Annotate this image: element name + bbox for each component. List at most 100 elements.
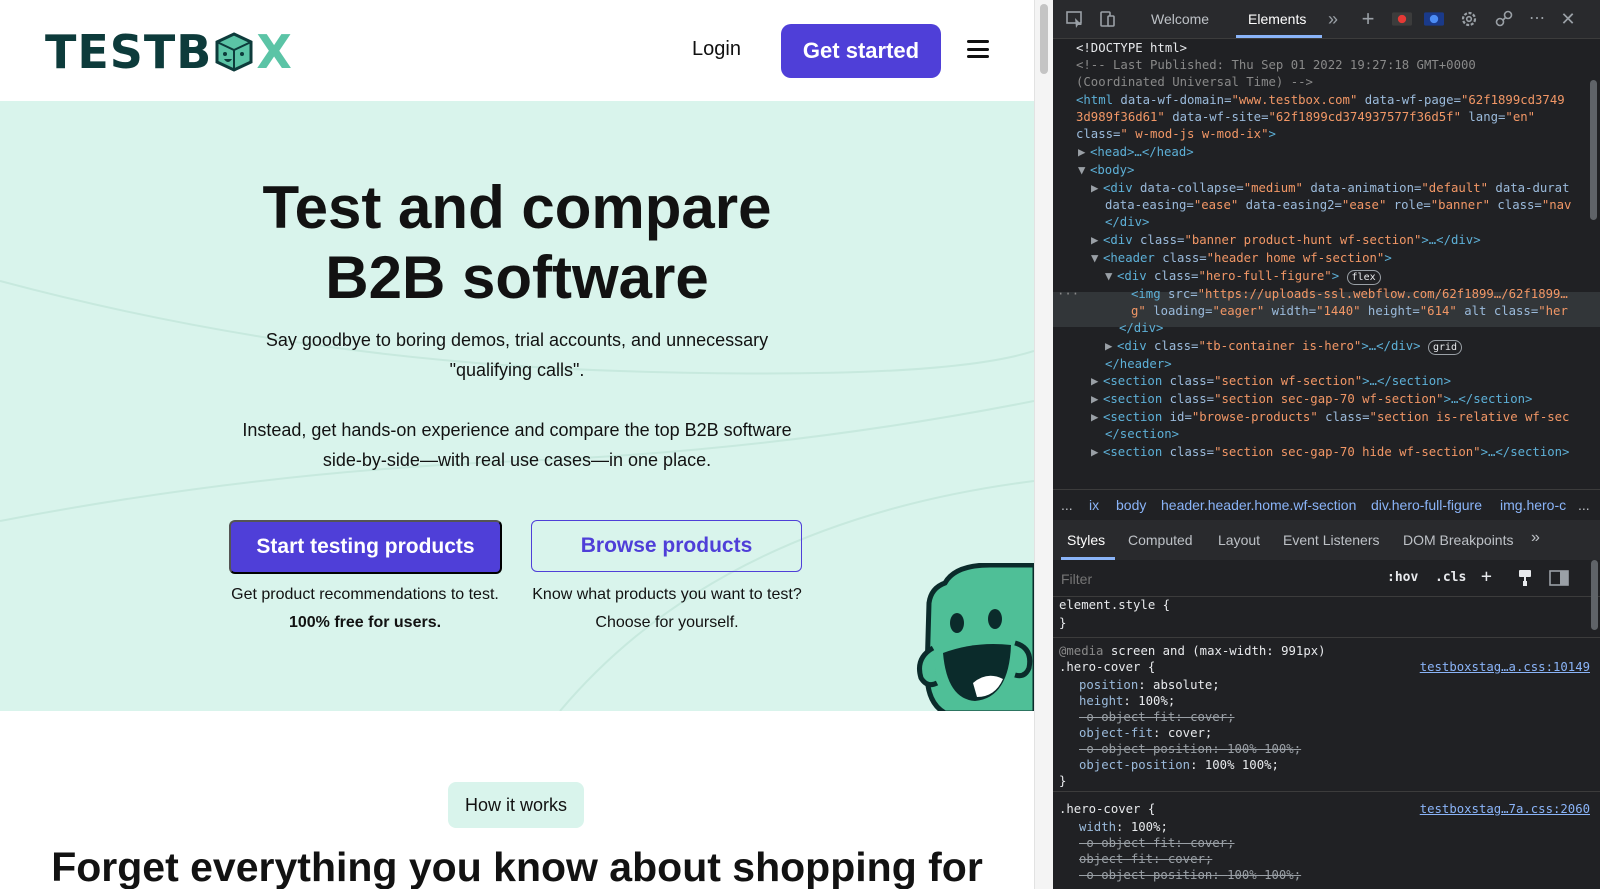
breadcrumb-ellipsis-start[interactable]: ... bbox=[1061, 497, 1073, 513]
dom-html-open[interactable]: <html data-wf-domain="www.testbox.com" d… bbox=[1076, 92, 1565, 110]
dom-header-close: </header> bbox=[1105, 357, 1172, 371]
css-property[interactable]: width: 100%; bbox=[1079, 819, 1168, 835]
grid-badge[interactable]: grid bbox=[1427, 340, 1463, 355]
start-testing-products-button[interactable]: Start testing products bbox=[229, 520, 502, 574]
hero-title-line1: Test and compare bbox=[262, 174, 772, 241]
website-scrollbar-thumb[interactable] bbox=[1040, 4, 1048, 74]
tab-layout[interactable]: Layout bbox=[1218, 532, 1260, 548]
css-property[interactable]: -o-object-position: 100% 100%; bbox=[1079, 741, 1301, 757]
element-style-selector[interactable]: element.style { bbox=[1059, 597, 1170, 613]
dom-hero-full-figure[interactable]: ▼ <div class="hero-full-figure"> flex bbox=[1105, 268, 1381, 286]
css-property[interactable]: position: absolute; bbox=[1079, 677, 1220, 693]
new-style-rule-plus-icon[interactable]: + bbox=[1481, 566, 1492, 587]
rule1-source-link[interactable]: testboxstag…a.css:10149 bbox=[1420, 659, 1590, 675]
dom-section-2[interactable]: ▶ <section class="section sec-gap-70 wf-s… bbox=[1091, 391, 1532, 409]
styles-scrollbar[interactable] bbox=[1591, 560, 1598, 630]
breadcrumb-ellipsis-end[interactable]: ... bbox=[1578, 497, 1590, 513]
css-property[interactable]: object-fit: cover; bbox=[1079, 851, 1212, 867]
tab-event-listeners[interactable]: Event Listeners bbox=[1283, 532, 1380, 548]
css-property[interactable]: -o-object-fit: cover; bbox=[1079, 709, 1235, 725]
css-property-value[interactable]: 100% 100% bbox=[1227, 868, 1294, 882]
css-property-name[interactable]: object-fit bbox=[1079, 726, 1153, 740]
website-scrollbar[interactable] bbox=[1034, 0, 1053, 889]
rule2-selector[interactable]: .hero-cover { bbox=[1059, 801, 1155, 817]
hero-title-line2: B2B software bbox=[325, 244, 709, 311]
add-tab-plus-icon[interactable]: + bbox=[1358, 8, 1378, 30]
more-options-ellipsis-icon[interactable]: ⋯ bbox=[1527, 10, 1547, 28]
rule2-source-link[interactable]: testboxstag…7a.css:2060 bbox=[1420, 801, 1590, 817]
breadcrumb-img[interactable]: img.hero-c bbox=[1500, 497, 1566, 513]
css-property[interactable]: object-fit: cover; bbox=[1079, 725, 1212, 741]
css-property[interactable]: -o-object-position: 100% 100%; bbox=[1079, 867, 1301, 883]
css-property[interactable]: object-position: 100% 100%; bbox=[1079, 757, 1279, 773]
start-caption-line1: Get product recommendations to test. bbox=[231, 586, 499, 603]
get-started-button[interactable]: Get started bbox=[781, 24, 941, 78]
css-property-name[interactable]: -o-object-fit bbox=[1079, 836, 1175, 850]
hero-subtitle-line1: Say goodbye to boring demos, trial accou… bbox=[265, 330, 769, 350]
css-property-value[interactable]: 100% 100% bbox=[1227, 742, 1294, 756]
dom-doctype[interactable]: <!DOCTYPE html> bbox=[1076, 40, 1187, 58]
css-property-name[interactable]: position bbox=[1079, 678, 1138, 692]
tab-computed[interactable]: Computed bbox=[1128, 532, 1193, 548]
paint-format-icon[interactable] bbox=[1517, 569, 1533, 587]
testbox-logo[interactable]: TESTB X bbox=[45, 25, 293, 79]
css-property-value[interactable]: 100% bbox=[1131, 820, 1161, 834]
dom-nav-div[interactable]: ▶ <div data-collapse="medium" data-animat… bbox=[1091, 180, 1569, 198]
dom-head[interactable]: ▶ <head>…</head> bbox=[1078, 144, 1194, 162]
css-property-name[interactable]: height bbox=[1079, 694, 1123, 708]
settings-gear-icon[interactable] bbox=[1438, 10, 1458, 28]
close-devtools-icon[interactable]: ✕ bbox=[1558, 10, 1578, 28]
css-property-value[interactable]: cover bbox=[1168, 726, 1205, 740]
inspect-element-icon[interactable] bbox=[1065, 10, 1085, 28]
dom-comment-line1[interactable]: <!-- Last Published: Thu Sep 01 2022 19:… bbox=[1076, 57, 1476, 75]
more-subtabs-chevron-icon[interactable]: » bbox=[1531, 529, 1540, 547]
dom-vertical-scrollbar[interactable] bbox=[1590, 80, 1597, 220]
css-property-name[interactable]: -o-object-position bbox=[1079, 868, 1212, 882]
toggle-sidebar-icon[interactable] bbox=[1549, 570, 1569, 586]
login-link[interactable]: Login bbox=[692, 38, 741, 61]
dom-selected-ellipsis[interactable]: ··· bbox=[1057, 286, 1079, 304]
rule1-selector[interactable]: .hero-cover { bbox=[1059, 659, 1155, 675]
hamburger-menu-icon[interactable] bbox=[967, 40, 989, 58]
errors-badge-icon[interactable] bbox=[1392, 10, 1412, 28]
tab-styles[interactable]: Styles bbox=[1067, 532, 1105, 548]
breadcrumb-body[interactable]: body bbox=[1116, 497, 1146, 513]
breadcrumb-hero-full-figure[interactable]: div.hero-full-figure bbox=[1371, 497, 1482, 513]
flex-badge[interactable]: flex bbox=[1346, 270, 1381, 285]
css-property-value[interactable]: cover bbox=[1190, 710, 1227, 724]
css-property[interactable]: height: 100%; bbox=[1079, 693, 1175, 709]
dom-section-4[interactable]: ▶ <section class="section sec-gap-70 hide… bbox=[1091, 444, 1569, 462]
dom-section-1[interactable]: ▶ <section class="section wf-section">…</… bbox=[1091, 373, 1451, 391]
gear-icon[interactable] bbox=[1459, 10, 1479, 28]
dom-comment-line2[interactable]: (Coordinated Universal Time) --> bbox=[1076, 74, 1313, 92]
dom-section-browse-products[interactable]: ▶ <section id="browse-products" class="se… bbox=[1091, 409, 1569, 427]
css-property-name[interactable]: width bbox=[1079, 820, 1116, 834]
dom-banner-div[interactable]: ▶ <div class="banner product-hunt wf-sect… bbox=[1091, 232, 1481, 250]
customize-devtools-icon[interactable] bbox=[1494, 10, 1514, 28]
css-property-value[interactable]: cover bbox=[1190, 836, 1227, 850]
css-property-value[interactable]: cover bbox=[1168, 852, 1205, 866]
tab-welcome[interactable]: Welcome bbox=[1151, 11, 1209, 27]
dom-header[interactable]: ▼ <header class="header home wf-section"> bbox=[1091, 250, 1392, 268]
breadcrumb-header[interactable]: header.header.home.wf-section bbox=[1161, 497, 1356, 513]
dom-body[interactable]: ▼ <body> bbox=[1078, 162, 1134, 180]
browse-products-button[interactable]: Browse products bbox=[531, 520, 802, 572]
css-property-value[interactable]: absolute bbox=[1153, 678, 1212, 692]
tab-elements[interactable]: Elements bbox=[1248, 11, 1306, 27]
hover-state-toggle[interactable]: :hov bbox=[1387, 570, 1418, 585]
dom-hero-img[interactable]: <img src="https://uploads-ssl.webflow.co… bbox=[1131, 286, 1568, 304]
css-property-name[interactable]: object-position bbox=[1079, 758, 1190, 772]
css-property-name[interactable]: -o-object-fit bbox=[1079, 710, 1175, 724]
more-tabs-chevron-icon[interactable]: » bbox=[1323, 10, 1343, 28]
dom-tb-container[interactable]: ▶ <div class="tb-container is-hero">…</di… bbox=[1105, 338, 1463, 356]
styles-filter-input[interactable] bbox=[1059, 566, 1371, 592]
css-property-name[interactable]: object-fit bbox=[1079, 852, 1153, 866]
css-property-value[interactable]: 100% bbox=[1138, 694, 1168, 708]
css-property-name[interactable]: -o-object-position bbox=[1079, 742, 1212, 756]
class-toggle[interactable]: .cls bbox=[1435, 570, 1466, 585]
device-toolbar-icon[interactable] bbox=[1097, 10, 1117, 28]
tab-dom-breakpoints[interactable]: DOM Breakpoints bbox=[1403, 532, 1513, 548]
breadcrumb-ix[interactable]: ix bbox=[1089, 497, 1099, 513]
css-property-value[interactable]: 100% 100% bbox=[1205, 758, 1272, 772]
css-property[interactable]: -o-object-fit: cover; bbox=[1079, 835, 1235, 851]
